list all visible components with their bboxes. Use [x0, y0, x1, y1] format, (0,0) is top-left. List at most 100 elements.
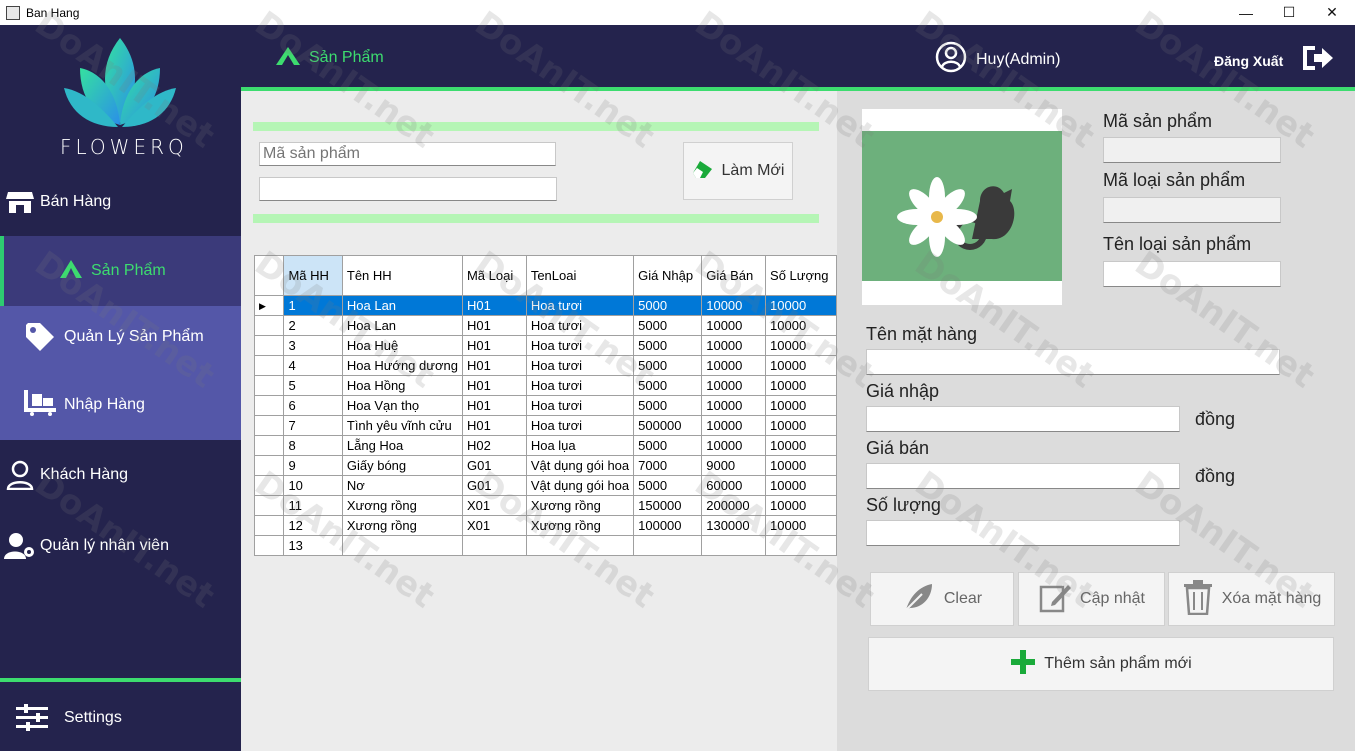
category-name-field[interactable] [1103, 261, 1281, 287]
table-cell[interactable]: 10000 [701, 335, 767, 356]
table-cell[interactable]: 5000 [633, 355, 703, 376]
row-header[interactable] [253, 515, 285, 536]
table-cell[interactable]: 10000 [701, 295, 767, 316]
table-cell[interactable]: 10000 [765, 415, 837, 436]
add-product-button[interactable]: Thêm sản phẩm mới [868, 637, 1334, 691]
column-header[interactable]: Mã HH [283, 255, 343, 296]
table-cell[interactable]: 10000 [701, 355, 767, 376]
table-cell[interactable] [461, 535, 527, 556]
row-header[interactable] [253, 355, 285, 376]
table-cell[interactable]: 2 [283, 315, 343, 336]
close-button[interactable]: ✕ [1309, 0, 1355, 25]
row-header[interactable] [253, 335, 285, 356]
table-cell[interactable]: 9000 [701, 455, 767, 476]
table-cell[interactable]: X01 [461, 495, 527, 516]
sidebar-item-quan-ly-san-pham[interactable]: Quản Lý Sản Phẩm [0, 306, 241, 368]
table-cell[interactable]: 13 [283, 535, 343, 556]
refresh-button[interactable]: Làm Mới [683, 142, 793, 200]
table-row[interactable]: ▶ 1 Hoa Lan H01 Hoa tươi 5000 10000 10000 [253, 295, 837, 316]
sidebar-item-khach-hang[interactable]: Khách Hàng [0, 457, 241, 493]
row-header[interactable] [253, 475, 285, 496]
table-cell[interactable]: Xương rồng [341, 515, 463, 536]
product-table[interactable]: Mã HH Tên HH Mã Loại TenLoai Giá Nhập Gi… [253, 255, 837, 556]
table-row[interactable]: 12 Xương rồng X01 Xương rồng 100000 130000 100… [253, 515, 837, 536]
table-cell[interactable]: 10000 [765, 455, 837, 476]
maximize-button[interactable]: ☐ [1266, 0, 1312, 25]
table-cell[interactable]: 10000 [765, 475, 837, 496]
table-row[interactable]: 11 Xương rồng X01 Xương rồng 150000 200000 100… [253, 495, 837, 516]
table-cell[interactable]: X01 [461, 515, 527, 536]
column-header[interactable]: TenLoai [525, 255, 635, 296]
sidebar-item-san-pham[interactable]: Sản Phẩm [0, 236, 241, 306]
table-cell[interactable]: H01 [461, 395, 527, 416]
logout-icon[interactable] [1300, 43, 1334, 78]
table-row[interactable]: 13 [253, 535, 837, 556]
table-cell[interactable] [341, 535, 463, 556]
table-cell[interactable]: 5000 [633, 435, 703, 456]
table-cell[interactable]: 3 [283, 335, 343, 356]
table-cell[interactable]: 150000 [633, 495, 703, 516]
table-row[interactable]: 7 Tình yêu vĩnh cửu H01 Hoa tươi 500000 10000… [253, 415, 837, 436]
table-cell[interactable]: 10000 [701, 415, 767, 436]
sale-price-field[interactable] [866, 463, 1180, 489]
table-cell[interactable]: Hoa Lan [341, 295, 463, 316]
table-cell[interactable]: 10000 [701, 395, 767, 416]
table-cell[interactable]: 10 [283, 475, 343, 496]
import-price-field[interactable] [866, 406, 1180, 432]
row-header[interactable] [253, 415, 285, 436]
table-cell[interactable]: 6 [283, 395, 343, 416]
minimize-button[interactable]: — [1223, 0, 1269, 25]
delete-button[interactable]: Xóa mặt hàng [1168, 572, 1335, 626]
table-cell[interactable] [633, 535, 703, 556]
table-row[interactable]: 5 Hoa Hồng H01 Hoa tươi 5000 10000 10000 [253, 375, 837, 396]
account-icon[interactable] [935, 41, 967, 78]
table-cell[interactable]: Hoa tươi [525, 395, 635, 416]
table-cell[interactable]: G01 [461, 475, 527, 496]
table-cell[interactable]: 10000 [765, 355, 837, 376]
table-row[interactable]: 4 Hoa Hướng dương H01 Hoa tươi 5000 10000 1000… [253, 355, 837, 376]
row-header[interactable] [253, 455, 285, 476]
table-cell[interactable] [701, 535, 767, 556]
table-row[interactable]: 9 Giấy bóng G01 Vật dụng gói hoa 7000 9000 100… [253, 455, 837, 476]
product-code-search-input[interactable] [259, 142, 556, 166]
column-header[interactable]: Giá Bán [701, 255, 767, 296]
table-cell[interactable]: 7 [283, 415, 343, 436]
sidebar-item-quan-ly-nhan-vien[interactable]: Quản lý nhân viên [0, 529, 241, 563]
table-cell[interactable]: 5000 [633, 375, 703, 396]
table-cell[interactable]: 12 [283, 515, 343, 536]
table-cell[interactable]: 10000 [701, 435, 767, 456]
table-cell[interactable]: Hoa tươi [525, 355, 635, 376]
table-cell[interactable]: 11 [283, 495, 343, 516]
settings-button[interactable]: Settings [0, 701, 241, 735]
table-cell[interactable]: 5 [283, 375, 343, 396]
table-cell[interactable]: Hoa Hồng [341, 375, 463, 396]
row-header[interactable] [253, 495, 285, 516]
table-cell[interactable]: 1 [283, 295, 343, 316]
table-row[interactable]: 10 Nơ G01 Vật dụng gói hoa 5000 60000 10000 [253, 475, 837, 496]
column-header[interactable]: Số Lượng [765, 255, 837, 296]
table-cell[interactable]: Xương rồng [525, 515, 635, 536]
table-cell[interactable]: 5000 [633, 295, 703, 316]
table-cell[interactable]: Hoa tươi [525, 375, 635, 396]
table-cell[interactable]: 130000 [701, 515, 767, 536]
table-cell[interactable]: H01 [461, 375, 527, 396]
column-header[interactable]: Tên HH [341, 255, 463, 296]
table-cell[interactable]: 10000 [765, 335, 837, 356]
current-row-indicator[interactable]: ▶ [253, 295, 285, 316]
table-cell[interactable]: 10000 [701, 315, 767, 336]
product-name-field[interactable] [866, 349, 1280, 375]
sidebar-item-ban-hang[interactable]: Bán Hàng [0, 185, 241, 219]
table-cell[interactable]: H02 [461, 435, 527, 456]
table-cell[interactable]: H01 [461, 315, 527, 336]
row-header[interactable] [253, 375, 285, 396]
table-cell[interactable]: Lẵng Hoa [341, 435, 463, 456]
update-button[interactable]: Cập nhật [1018, 572, 1165, 626]
table-row[interactable]: 6 Hoa Vạn thọ H01 Hoa tươi 5000 10000 10000 [253, 395, 837, 416]
table-cell[interactable]: Tình yêu vĩnh cửu [341, 415, 463, 436]
table-cell[interactable]: Hoa Vạn thọ [341, 395, 463, 416]
table-cell[interactable]: H01 [461, 415, 527, 436]
row-header[interactable] [253, 435, 285, 456]
table-cell[interactable]: 5000 [633, 335, 703, 356]
secondary-search-input[interactable] [259, 177, 557, 201]
table-cell[interactable]: Xương rồng [525, 495, 635, 516]
